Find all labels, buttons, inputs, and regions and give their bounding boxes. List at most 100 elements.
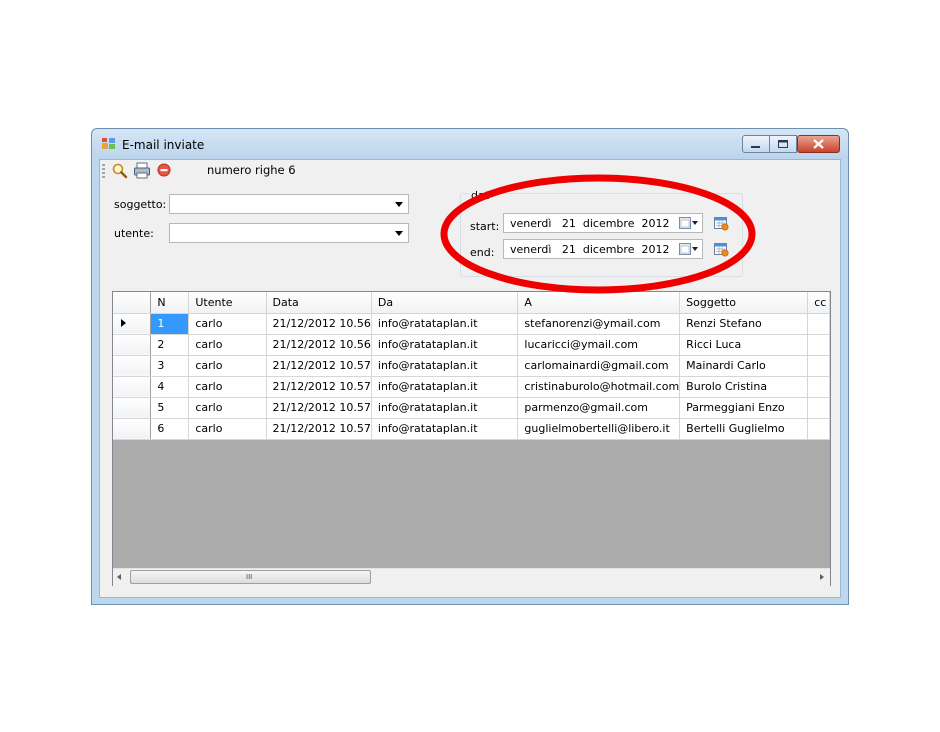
scroll-thumb[interactable]: III xyxy=(130,570,371,584)
table-cell[interactable]: info@ratataplan.it xyxy=(371,313,519,335)
close-button[interactable] xyxy=(797,135,840,153)
table-cell[interactable]: parmenzo@gmail.com xyxy=(517,397,681,419)
calendar-clear-icon[interactable] xyxy=(713,241,729,257)
scroll-right-arrow-icon[interactable] xyxy=(820,574,824,580)
email-sent-window: E-mail inviate numero righe 6 soggetto: … xyxy=(91,128,849,605)
table-cell[interactable]: 21/12/2012 10.57 xyxy=(266,355,372,377)
row-header-corner[interactable] xyxy=(113,292,152,314)
table-cell[interactable] xyxy=(807,376,830,398)
printer-icon[interactable] xyxy=(133,162,151,179)
chevron-down-icon[interactable] xyxy=(395,202,403,207)
scroll-left-arrow-icon[interactable] xyxy=(117,574,121,580)
utente-combobox[interactable] xyxy=(169,223,409,243)
row-header[interactable] xyxy=(113,397,152,419)
date-groupbox xyxy=(460,193,743,277)
column-header-utente[interactable]: Utente xyxy=(188,292,267,314)
table-row[interactable]: 2 carlo 21/12/2012 10.56 info@ratataplan… xyxy=(113,334,830,356)
row-header[interactable] xyxy=(113,334,152,356)
date-group-legend: dat xyxy=(469,189,492,202)
table-cell[interactable] xyxy=(807,313,830,335)
start-date-picker[interactable]: venerdì 21 dicembre 2012 xyxy=(503,213,703,233)
calendar-dropdown-icon[interactable] xyxy=(679,243,699,255)
column-header-cc[interactable]: cc xyxy=(807,292,830,314)
table-cell[interactable]: carlomainardi@gmail.com xyxy=(517,355,681,377)
row-header[interactable] xyxy=(113,313,152,335)
table-cell[interactable]: carlo xyxy=(188,313,267,335)
table-cell[interactable]: carlo xyxy=(188,397,267,419)
table-cell[interactable]: Ricci Luca xyxy=(679,334,809,356)
table-cell[interactable]: 3 xyxy=(150,355,190,377)
table-row[interactable]: 5 carlo 21/12/2012 10.57 info@ratataplan… xyxy=(113,397,830,419)
table-cell[interactable]: carlo xyxy=(188,334,267,356)
app-icon xyxy=(102,138,115,149)
table-cell[interactable]: info@ratataplan.it xyxy=(371,397,519,419)
table-row[interactable]: 3 carlo 21/12/2012 10.57 info@ratataplan… xyxy=(113,355,830,377)
table-header-row: N Utente Data Da A Soggetto cc xyxy=(113,292,830,314)
search-icon[interactable] xyxy=(111,162,128,179)
table-cell[interactable]: stefanorenzi@ymail.com xyxy=(517,313,681,335)
table-cell[interactable] xyxy=(807,334,830,356)
table-cell[interactable]: carlo xyxy=(188,418,267,440)
start-label: start: xyxy=(470,220,500,233)
current-row-arrow-icon xyxy=(121,319,126,327)
table-row[interactable]: 1 carlo 21/12/2012 10.56 info@ratataplan… xyxy=(113,313,830,335)
row-count-label: numero righe 6 xyxy=(207,163,296,177)
start-date-value: venerdì 21 dicembre 2012 xyxy=(510,217,670,230)
table-cell[interactable]: 1 xyxy=(150,313,190,335)
table-cell[interactable]: 5 xyxy=(150,397,190,419)
table-cell[interactable]: carlo xyxy=(188,376,267,398)
column-header-data[interactable]: Data xyxy=(266,292,372,314)
chevron-down-icon[interactable] xyxy=(395,231,403,236)
table-cell[interactable] xyxy=(807,418,830,440)
table-cell[interactable]: guglielmobertelli@libero.it xyxy=(517,418,681,440)
row-header[interactable] xyxy=(113,418,152,440)
maximize-icon xyxy=(778,140,788,148)
table-cell[interactable]: info@ratataplan.it xyxy=(371,376,519,398)
table-cell[interactable]: 6 xyxy=(150,418,190,440)
table-cell[interactable]: info@ratataplan.it xyxy=(371,355,519,377)
table-cell[interactable]: Burolo Cristina xyxy=(679,376,809,398)
table-row[interactable]: 4 carlo 21/12/2012 10.57 info@ratataplan… xyxy=(113,376,830,398)
table-cell[interactable]: lucaricci@ymail.com xyxy=(517,334,681,356)
column-header-soggetto[interactable]: Soggetto xyxy=(679,292,809,314)
table-cell[interactable]: Renzi Stefano xyxy=(679,313,809,335)
title-bar[interactable]: E-mail inviate xyxy=(92,129,848,159)
table-cell[interactable]: info@ratataplan.it xyxy=(371,334,519,356)
table-cell[interactable]: 21/12/2012 10.57 xyxy=(266,418,372,440)
soggetto-combobox[interactable] xyxy=(169,194,409,214)
row-header[interactable] xyxy=(113,355,152,377)
calendar-clear-icon[interactable] xyxy=(713,215,729,231)
client-area: numero righe 6 soggetto: utente: dat sta… xyxy=(99,159,841,598)
column-header-a[interactable]: A xyxy=(517,292,681,314)
stop-icon[interactable] xyxy=(157,163,172,178)
column-header-n[interactable]: N xyxy=(150,292,190,314)
table-cell[interactable]: 2 xyxy=(150,334,190,356)
email-data-grid[interactable]: N Utente Data Da A Soggetto cc 1 carlo 2… xyxy=(112,291,831,586)
table-cell[interactable]: 21/12/2012 10.56 xyxy=(266,313,372,335)
table-cell[interactable]: Parmeggiani Enzo xyxy=(679,397,809,419)
scroll-grip: III xyxy=(246,573,253,581)
table-cell[interactable]: 21/12/2012 10.57 xyxy=(266,376,372,398)
table-cell[interactable]: Mainardi Carlo xyxy=(679,355,809,377)
minimize-button[interactable] xyxy=(742,135,770,153)
column-header-da[interactable]: Da xyxy=(371,292,519,314)
horizontal-scrollbar[interactable]: III xyxy=(113,568,830,586)
table-cell[interactable] xyxy=(807,397,830,419)
table-cell[interactable]: cristinaburolo@hotmail.com xyxy=(517,376,681,398)
table-cell[interactable]: 4 xyxy=(150,376,190,398)
table-cell[interactable] xyxy=(807,355,830,377)
calendar-dropdown-icon[interactable] xyxy=(679,217,699,229)
window-title: E-mail inviate xyxy=(122,138,205,152)
table-cell[interactable]: carlo xyxy=(188,355,267,377)
close-icon xyxy=(813,139,824,149)
toolbar-grip[interactable] xyxy=(102,164,105,178)
table-cell[interactable]: info@ratataplan.it xyxy=(371,418,519,440)
maximize-button[interactable] xyxy=(769,135,797,153)
table-cell[interactable]: 21/12/2012 10.57 xyxy=(266,397,372,419)
table-cell[interactable]: Bertelli Guglielmo xyxy=(679,418,809,440)
toolbar: numero righe 6 xyxy=(100,160,840,182)
table-row[interactable]: 6 carlo 21/12/2012 10.57 info@ratataplan… xyxy=(113,418,830,440)
end-date-picker[interactable]: venerdì 21 dicembre 2012 xyxy=(503,239,703,259)
table-cell[interactable]: 21/12/2012 10.56 xyxy=(266,334,372,356)
row-header[interactable] xyxy=(113,376,152,398)
